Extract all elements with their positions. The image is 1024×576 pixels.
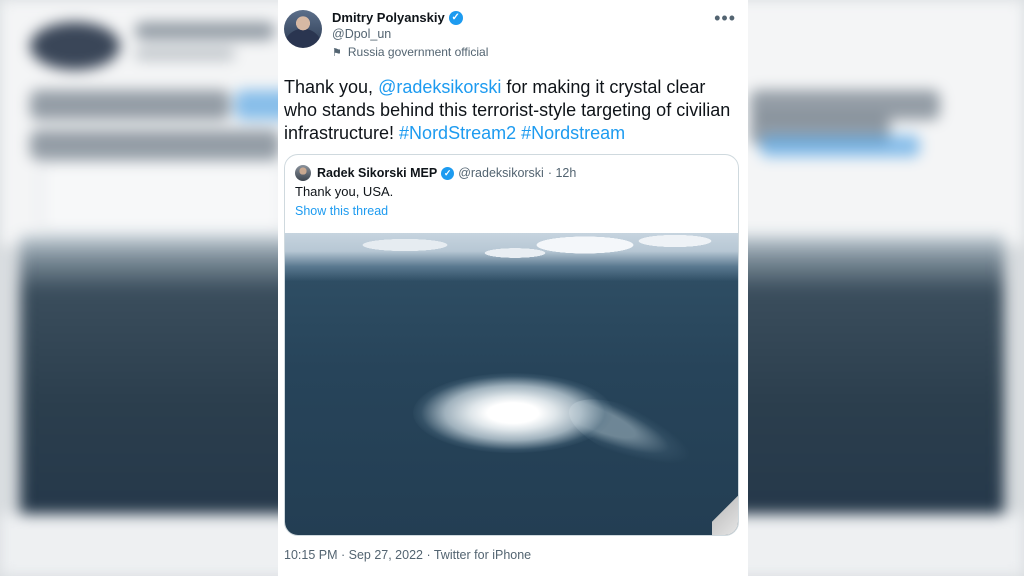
- show-thread-link[interactable]: Show this thread: [295, 204, 388, 218]
- author-name[interactable]: Dmitry Polyanskiy: [332, 10, 445, 25]
- more-options-icon[interactable]: •••: [714, 8, 736, 29]
- tweet-timestamp[interactable]: 10:15 PM · Sep 27, 2022 · Twitter for iP…: [284, 548, 531, 562]
- government-label: ⚑ Russia government official: [332, 45, 488, 59]
- author-handle[interactable]: @Dpol_un: [332, 27, 391, 41]
- gas-leak-foam: [413, 373, 613, 453]
- government-label-text: Russia government official: [347, 45, 489, 59]
- quoted-author-name: Radek Sikorski MEP: [317, 166, 438, 180]
- hashtag-nordstream2[interactable]: #NordStream2: [399, 123, 516, 143]
- quoted-media-image[interactable]: [285, 233, 738, 535]
- quoted-time: · 12h: [547, 166, 577, 180]
- verified-badge-icon: ✓: [441, 166, 455, 180]
- verified-badge-icon: ✓: [448, 10, 463, 25]
- quoted-tweet[interactable]: Radek Sikorski MEP ✓ @radeksikorski · 12…: [284, 154, 739, 536]
- author-name-row: Dmitry Polyanskiy ✓: [332, 10, 463, 25]
- tweet-card: Dmitry Polyanskiy ✓ @Dpol_un ⚑ Russia go…: [278, 0, 748, 576]
- quoted-handle: @radeksikorski: [458, 166, 544, 180]
- quoted-text: Thank you, USA.: [295, 184, 394, 199]
- tweet-text-prefix: Thank you,: [284, 77, 379, 97]
- author-avatar[interactable]: [284, 10, 322, 48]
- mention-link[interactable]: @radeksikorski: [378, 77, 501, 97]
- quoted-header: Radek Sikorski MEP ✓ @radeksikorski · 12…: [295, 165, 576, 181]
- aircraft-edge: [712, 495, 738, 535]
- flag-icon: ⚑: [332, 46, 342, 59]
- hashtag-nordstream[interactable]: #Nordstream: [521, 123, 625, 143]
- quoted-avatar: [295, 165, 311, 181]
- tweet-text: Thank you, @radeksikorski for making it …: [284, 76, 734, 145]
- sky-clouds: [285, 233, 738, 267]
